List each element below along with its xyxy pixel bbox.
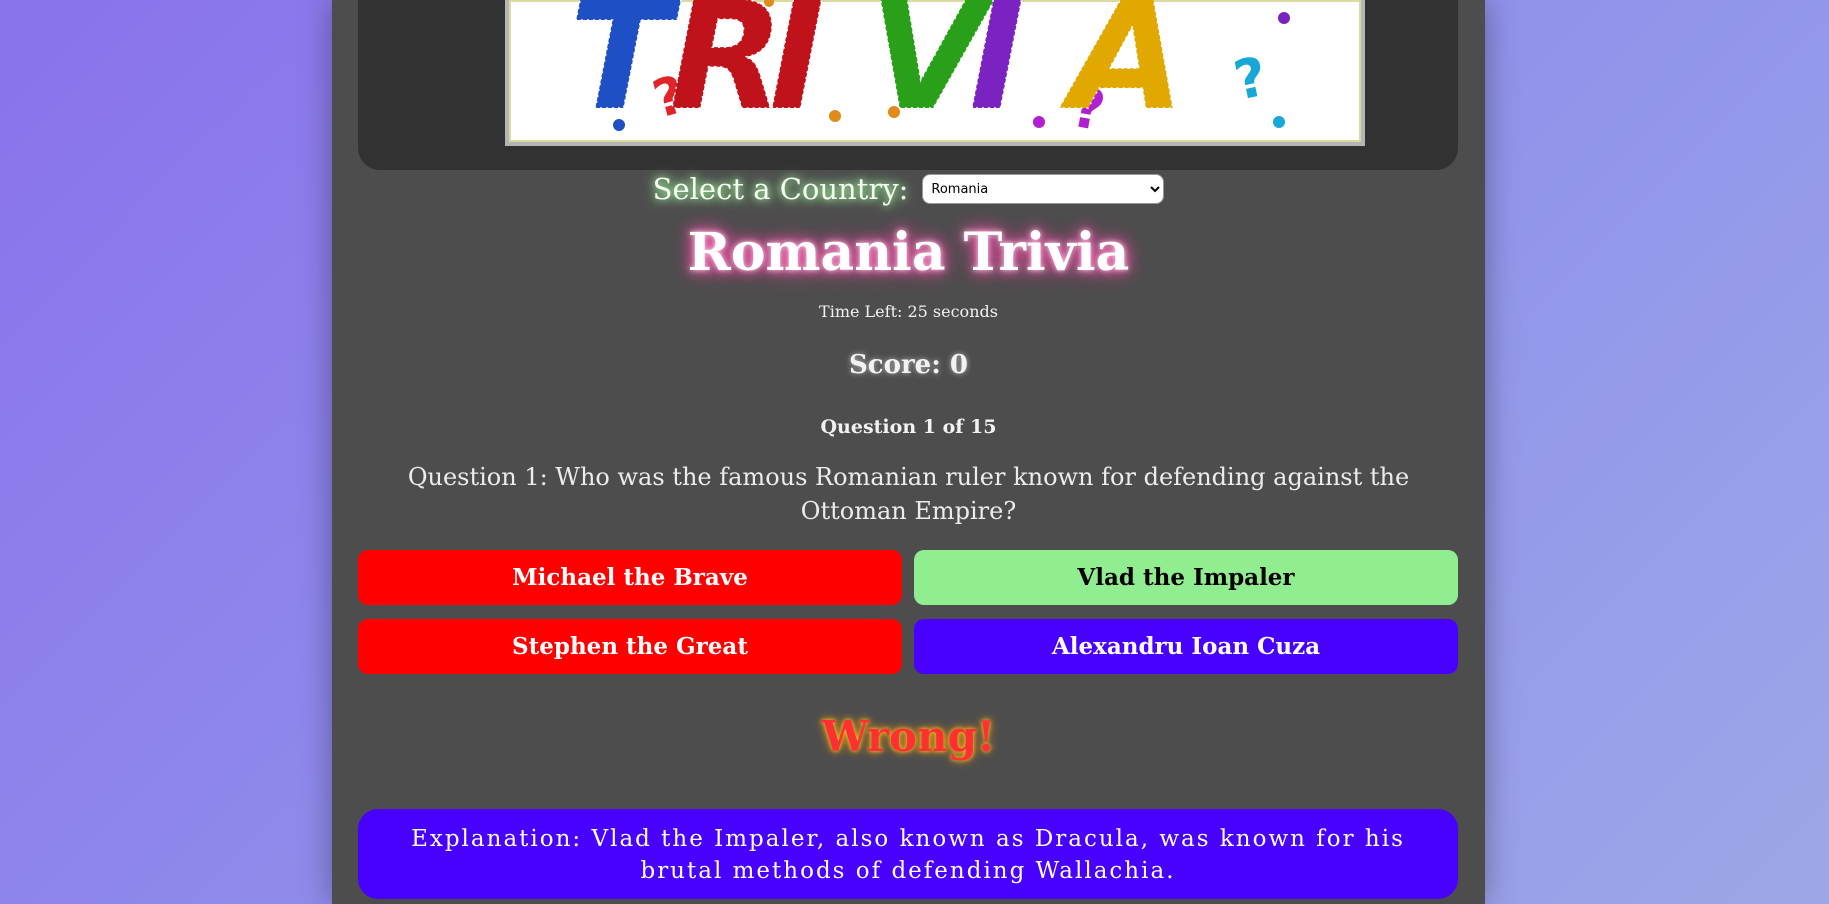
logo-letter: T	[569, 0, 682, 144]
svg-text:?: ?	[1229, 45, 1273, 113]
country-select-label: Select a Country:	[652, 172, 909, 206]
answer-grid: Michael the Brave Vlad the Impaler Steph…	[358, 550, 1458, 674]
logo-letter: I	[769, 0, 825, 144]
logo-letter: I	[969, 0, 1025, 144]
trivia-logo-graphic: ? ? ? TRI VI A	[568, 0, 1290, 144]
country-select[interactable]: Romania	[922, 174, 1165, 204]
answer-button-3[interactable]: Stephen the Great	[358, 619, 902, 674]
answer-button-4[interactable]: Alexandru Ioan Cuza	[914, 619, 1458, 674]
banner-container: ? ? ? TRIVIA	[358, 0, 1458, 170]
timer-text: Time Left: 25 seconds	[819, 302, 998, 321]
answer-button-1[interactable]: Michael the Brave	[358, 550, 902, 605]
quiz-panel: ? ? ? TRIVIA Select a Country: Romania R…	[332, 0, 1485, 904]
trivia-logo-letters: TRI VI A	[568, 0, 1186, 144]
answer-button-2[interactable]: Vlad the Impaler	[914, 550, 1458, 605]
result-message: Wrong!	[821, 712, 996, 761]
page-title: Romania Trivia	[687, 222, 1130, 283]
question-counter: Question 1 of 15	[820, 416, 997, 438]
country-select-row: Select a Country: Romania	[332, 172, 1485, 206]
explanation-box: Explanation: Vlad the Impaler, also know…	[358, 809, 1458, 899]
logo-letter: A	[1059, 0, 1185, 144]
score-text: Score: 0	[849, 350, 968, 380]
question-text: Question 1: Who was the famous Romanian …	[407, 463, 1410, 525]
logo-letter: R	[669, 0, 785, 144]
trivia-banner-image: ? ? ? TRIVIA	[505, 0, 1365, 146]
